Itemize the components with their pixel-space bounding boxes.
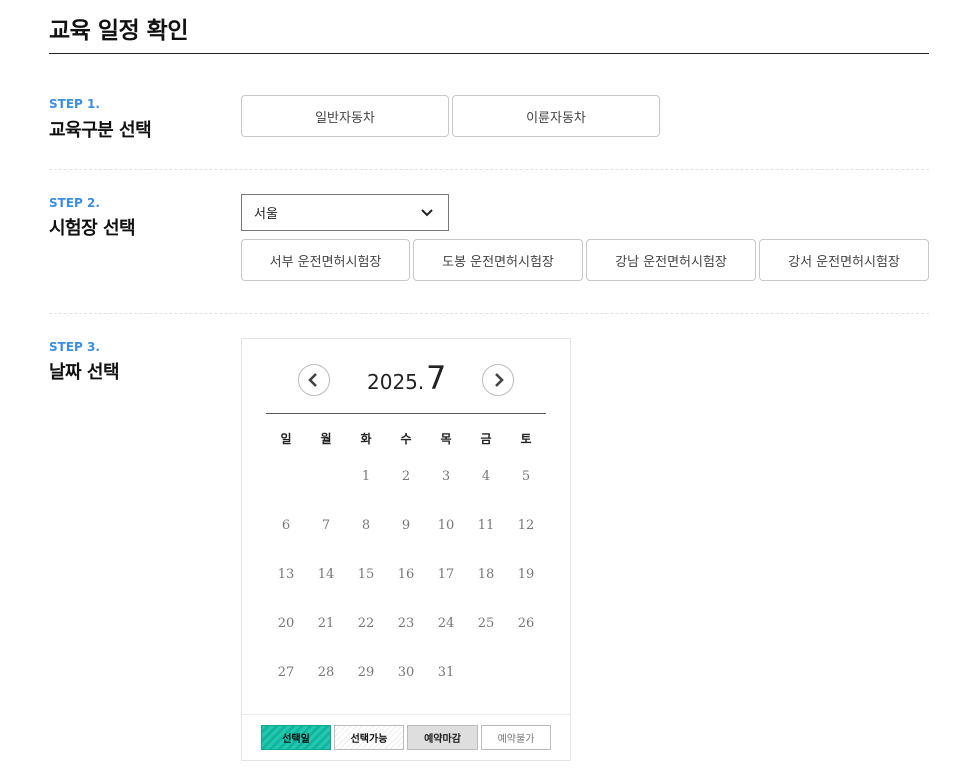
calendar-day[interactable]: 23 [386, 609, 426, 639]
calendar-day[interactable]: 12 [506, 511, 546, 541]
weekday-header: 월 [320, 432, 332, 446]
option-motorcycle[interactable]: 이륜자동차 [452, 95, 660, 137]
calendar-day[interactable]: 16 [386, 560, 426, 590]
calendar-day[interactable]: 19 [506, 560, 546, 590]
step3-number: STEP 3. [49, 340, 100, 354]
calendar-day[interactable]: 5 [506, 462, 546, 492]
calendar-day[interactable]: 24 [426, 609, 466, 639]
calendar: 2025. 7 선택일 선택가능 예약마감 예약불가 일월화수목금토123456… [241, 338, 571, 761]
weekday-header: 일 [280, 432, 292, 446]
calendar-day[interactable]: 6 [266, 511, 306, 541]
legend-unavailable: 예약불가 [481, 725, 551, 750]
calendar-day[interactable]: 4 [466, 462, 506, 492]
weekday-header: 토 [520, 432, 532, 446]
step2-title: 시험장 선택 [49, 218, 136, 239]
chevron-left-icon [308, 373, 317, 387]
calendar-day[interactable]: 26 [506, 609, 546, 639]
next-month-button[interactable] [482, 364, 514, 396]
calendar-day[interactable]: 18 [466, 560, 506, 590]
step3-title: 날짜 선택 [49, 362, 120, 383]
calendar-day[interactable]: 25 [466, 609, 506, 639]
page-title: 교육 일정 확인 [49, 18, 188, 44]
calendar-day[interactable]: 2 [386, 462, 426, 492]
test-center-dobong[interactable]: 도봉 운전면허시험장 [413, 239, 583, 281]
step-divider [49, 313, 929, 314]
step1-title: 교육구분 선택 [49, 120, 152, 141]
legend-available: 선택가능 [334, 725, 404, 750]
calendar-day[interactable]: 8 [346, 511, 386, 541]
calendar-year: 2025. [367, 370, 425, 394]
calendar-day[interactable]: 10 [426, 511, 466, 541]
calendar-day[interactable]: 11 [466, 511, 506, 541]
calendar-day[interactable]: 31 [426, 658, 466, 688]
legend-selected: 선택일 [261, 725, 331, 750]
calendar-day[interactable]: 28 [306, 658, 346, 688]
calendar-day[interactable]: 7 [306, 511, 346, 541]
test-center-gangseo[interactable]: 강서 운전면허시험장 [759, 239, 929, 281]
test-center-gangnam[interactable]: 강남 운전면허시험장 [586, 239, 756, 281]
calendar-day[interactable]: 14 [306, 560, 346, 590]
calendar-day[interactable]: 3 [426, 462, 466, 492]
calendar-day[interactable]: 13 [266, 560, 306, 590]
region-select[interactable]: 서울 [241, 194, 449, 231]
calendar-month: 7 [426, 359, 447, 397]
calendar-day[interactable]: 29 [346, 658, 386, 688]
calendar-day[interactable]: 30 [386, 658, 426, 688]
chevron-down-icon [421, 209, 433, 217]
title-divider [49, 53, 929, 54]
calendar-day[interactable]: 21 [306, 609, 346, 639]
weekday-header: 화 [360, 432, 372, 446]
test-center-seobu[interactable]: 서부 운전면허시험장 [241, 239, 410, 281]
weekday-header: 수 [400, 432, 412, 446]
step1-number: STEP 1. [49, 97, 100, 111]
calendar-header-divider [266, 413, 546, 414]
legend-divider [242, 714, 570, 715]
weekday-header: 목 [440, 432, 452, 446]
calendar-day[interactable]: 17 [426, 560, 466, 590]
prev-month-button[interactable] [298, 364, 330, 396]
calendar-day[interactable]: 9 [386, 511, 426, 541]
option-general-car[interactable]: 일반자동차 [241, 95, 449, 137]
calendar-day[interactable]: 20 [266, 609, 306, 639]
step2-number: STEP 2. [49, 196, 100, 210]
step-divider [49, 169, 929, 170]
calendar-day[interactable]: 27 [266, 658, 306, 688]
calendar-day[interactable]: 1 [346, 462, 386, 492]
region-select-value: 서울 [254, 207, 278, 222]
chevron-right-icon [495, 373, 504, 387]
legend-closed: 예약마감 [407, 725, 478, 750]
weekday-header: 금 [480, 432, 492, 446]
calendar-day[interactable]: 22 [346, 609, 386, 639]
calendar-day[interactable]: 15 [346, 560, 386, 590]
